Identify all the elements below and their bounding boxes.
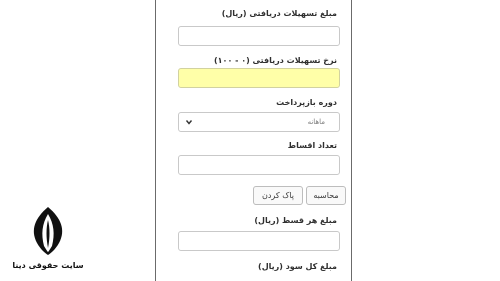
installment-amount-input[interactable] (178, 231, 340, 251)
calculate-button[interactable]: محاسبه (306, 186, 346, 205)
site-logo: سایت حقوقی دینا (8, 206, 88, 276)
facility-rate-label: نرخ تسهیلات دریافتی (۰ - ۱۰۰) (214, 56, 337, 65)
installments-input[interactable] (178, 155, 340, 175)
page: مبلغ تسهیلات دریافتی (ریال) نرخ تسهیلات … (0, 0, 500, 281)
repayment-period-selected-value: ماهانه (307, 118, 325, 126)
installment-amount-label: مبلغ هر قسط (ریال) (254, 216, 337, 225)
facility-amount-label: مبلغ تسهیلات دریافتی (ریال) (221, 9, 337, 18)
installments-label: تعداد اقساط (287, 141, 337, 150)
site-logo-text: سایت حقوقی دینا (12, 261, 84, 270)
clear-button[interactable]: پاک کردن (253, 186, 303, 205)
repayment-period-select[interactable]: ماهانه (178, 112, 340, 132)
total-interest-label: مبلغ کل سود (ریال) (258, 262, 337, 271)
repayment-period-label: دوره بازپرداخت (276, 98, 337, 107)
facility-rate-input[interactable] (178, 68, 340, 88)
loan-calculator-form: مبلغ تسهیلات دریافتی (ریال) نرخ تسهیلات … (155, 0, 352, 281)
chevron-down-icon (185, 120, 193, 125)
facility-amount-input[interactable] (178, 26, 340, 46)
scales-leaf-logo-icon (33, 207, 63, 255)
